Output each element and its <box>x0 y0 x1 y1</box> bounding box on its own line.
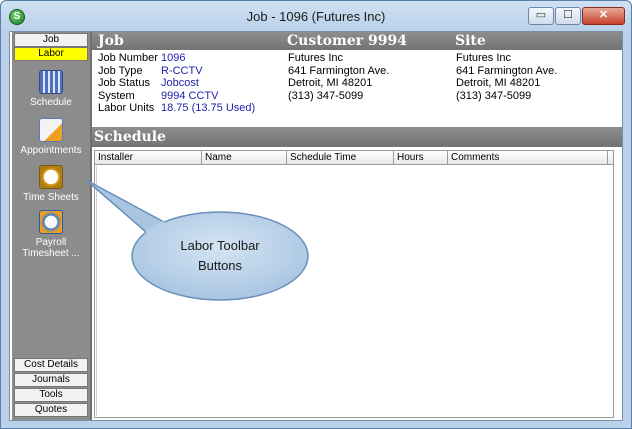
payroll-icon <box>39 210 63 234</box>
sidebar: Job Labor Schedule Appointments Time She… <box>12 32 92 420</box>
job-header-bar: Job Customer 9994 Site <box>92 32 622 50</box>
customer-name: Futures Inc <box>288 52 344 64</box>
tab-job[interactable]: Job <box>14 33 88 47</box>
column-hours[interactable]: Hours <box>394 151 448 165</box>
job-status-value[interactable]: Jobcost <box>161 77 199 89</box>
column-installer[interactable]: Installer <box>95 151 202 165</box>
site-name: Futures Inc <box>456 52 512 64</box>
schedule-grid[interactable]: Installer Name Schedule Time Hours Comme… <box>94 150 614 418</box>
column-schedule-time[interactable]: Schedule Time <box>287 151 394 165</box>
job-type-value[interactable]: R-CCTV <box>161 65 203 77</box>
time-sheets-button[interactable]: Time Sheets <box>14 165 88 203</box>
appointments-button-label: Appointments <box>20 145 82 156</box>
tab-journals[interactable]: Journals <box>14 373 88 387</box>
main-panel: Job Customer 9994 Site Job Number 1096 Jo… <box>92 32 622 420</box>
job-heading: Job <box>98 33 124 49</box>
system-value[interactable]: 9994 CCTV <box>161 90 218 102</box>
maximize-button[interactable]: ☐ <box>555 7 581 25</box>
window-client: Job Labor Schedule Appointments Time She… <box>9 31 623 421</box>
site-info: Futures Inc 641 Farmington Ave. Detroit,… <box>456 52 557 102</box>
customer-phone: (313) 347-5099 <box>288 89 364 102</box>
clock-icon <box>39 165 63 189</box>
customer-address: 641 Farmington Ave. <box>288 64 390 77</box>
schedule-button-label: Schedule <box>30 97 72 108</box>
job-number-value[interactable]: 1096 <box>161 52 185 64</box>
schedule-header-bar: Schedule <box>92 127 622 147</box>
site-phone: (313) 347-5099 <box>456 89 532 102</box>
payroll-timesheet-button-label: Payroll Timesheet ... <box>22 237 80 259</box>
callout-line-2: Buttons <box>197 258 243 273</box>
tab-cost-details[interactable]: Cost Details <box>14 358 88 372</box>
customer-heading: Customer 9994 <box>287 33 407 49</box>
customer-info: Futures Inc 641 Farmington Ave. Detroit,… <box>288 52 389 102</box>
job-number-label: Job Number <box>98 52 158 64</box>
site-heading: Site <box>455 33 486 49</box>
site-address: 641 Farmington Ave. <box>456 64 558 77</box>
column-comments[interactable]: Comments <box>448 151 608 165</box>
callout-text: Labor Toolbar Buttons <box>150 236 290 276</box>
job-status-label: Job Status <box>98 77 150 89</box>
schedule-heading: Schedule <box>94 129 166 145</box>
job-info: Job Number 1096 Job Type R-CCTV Job Status… <box>98 52 255 115</box>
customer-city: Detroit, MI 48201 <box>288 77 373 89</box>
site-city: Detroit, MI 48201 <box>456 77 541 89</box>
tab-tools[interactable]: Tools <box>14 388 88 402</box>
window-controls: ▭ ☐ ✕ <box>528 7 625 25</box>
minimize-button[interactable]: ▭ <box>528 7 554 25</box>
schedule-grid-header: Installer Name Schedule Time Hours Comme… <box>95 151 613 165</box>
close-button[interactable]: ✕ <box>582 7 625 25</box>
labor-units-value: 18.75 (13.75 Used) <box>161 102 256 114</box>
tab-labor[interactable]: Labor <box>14 47 88 61</box>
appointments-icon <box>39 118 63 142</box>
job-type-label: Job Type <box>98 64 143 77</box>
time-sheets-button-label: Time Sheets <box>23 192 79 203</box>
title-bar[interactable]: S Job - 1096 (Futures Inc) ▭ ☐ ✕ <box>1 1 631 31</box>
appointments-button[interactable]: Appointments <box>14 118 88 156</box>
system-label: System <box>98 89 135 102</box>
job-window: S Job - 1096 (Futures Inc) ▭ ☐ ✕ Job Lab… <box>0 0 632 429</box>
schedule-icon <box>39 70 63 94</box>
tab-quotes[interactable]: Quotes <box>14 403 88 417</box>
grid-left-line <box>96 166 97 416</box>
labor-units-label: Labor Units <box>98 102 155 114</box>
callout-line-1: Labor Toolbar <box>180 238 260 253</box>
column-name[interactable]: Name <box>202 151 287 165</box>
schedule-button[interactable]: Schedule <box>14 70 88 108</box>
payroll-timesheet-button[interactable]: Payroll Timesheet ... <box>14 210 88 259</box>
